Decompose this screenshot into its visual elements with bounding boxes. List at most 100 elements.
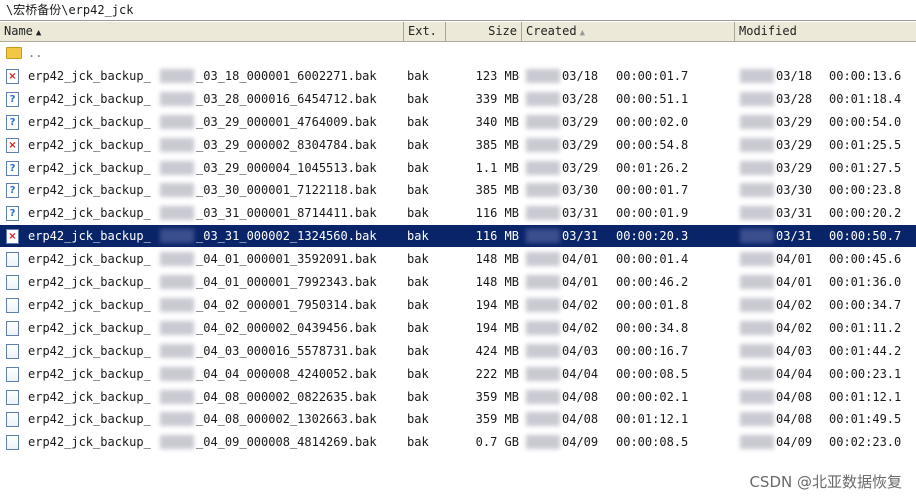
redacted-created-year	[526, 321, 560, 335]
redacted-created-year	[526, 138, 560, 152]
file-row[interactable]: ? erp42_jck_backup_ _03_29_000001_4764009.…	[0, 111, 916, 133]
file-name-suffix: _03_29_000004_1045513.bak	[196, 161, 377, 175]
modified-time: 00:01:11.2	[829, 321, 902, 335]
file-row[interactable]: erp42_jck_backup_ _04_01_000001_3592091.b…	[0, 248, 916, 270]
file-name-suffix: _03_30_000001_7122118.bak	[196, 183, 377, 197]
created-date: 03/30	[562, 183, 599, 197]
file-name-prefix: erp42_jck_backup_	[28, 390, 151, 404]
created-time: 00:00:02.1	[616, 390, 689, 404]
file-name-prefix: erp42_jck_backup_	[28, 412, 151, 426]
file-name-suffix: _04_03_000016_5578731.bak	[196, 344, 377, 358]
redacted-created-year	[526, 229, 560, 243]
file-name-prefix: erp42_jck_backup_	[28, 298, 151, 312]
file-row[interactable]: erp42_jck_backup_ _04_04_000008_4240052.b…	[0, 363, 916, 385]
file-extension: bak	[407, 229, 429, 243]
modified-time: 00:01:12.1	[829, 390, 902, 404]
file-size: 148 MB	[475, 252, 519, 266]
modified-time: 00:00:45.6	[829, 252, 902, 266]
redacted-modified-year	[740, 275, 774, 289]
redacted-created-year	[526, 183, 560, 197]
unknown-file-icon: ?	[6, 92, 19, 107]
column-header-created-label: Created	[526, 24, 577, 38]
file-name-suffix: _04_01_000001_7992343.bak	[196, 275, 377, 289]
sort-indicator-icon: ▲	[579, 28, 585, 38]
file-row[interactable]: erp42_jck_backup_ _04_03_000016_5578731.b…	[0, 340, 916, 362]
file-name-suffix: _03_31_000001_8714411.bak	[196, 206, 377, 220]
file-row[interactable]: erp42_jck_backup_ _04_08_000002_0822635.b…	[0, 386, 916, 408]
modified-time: 00:01:25.5	[829, 138, 902, 152]
created-time: 00:00:02.0	[616, 115, 689, 129]
parent-folder-row[interactable]: ..	[0, 42, 916, 64]
file-size: 1.1 MB	[475, 161, 519, 175]
file-row[interactable]: × erp42_jck_backup_ _03_29_000002_8304784.…	[0, 134, 916, 156]
column-header-modified[interactable]: Modified	[735, 22, 916, 41]
file-name-suffix: _04_02_000002_0439456.bak	[196, 321, 377, 335]
file-row[interactable]: erp42_jck_backup_ _04_08_000002_1302663.b…	[0, 408, 916, 430]
modified-date: 03/29	[776, 138, 813, 152]
file-row[interactable]: erp42_jck_backup_ _04_02_000002_0439456.b…	[0, 317, 916, 339]
column-header-name[interactable]: Name ▲	[0, 22, 404, 41]
file-name-prefix: erp42_jck_backup_	[28, 206, 151, 220]
file-size: 424 MB	[475, 344, 519, 358]
modified-time: 00:00:50.7	[829, 229, 902, 243]
redacted-name-segment	[160, 344, 194, 358]
modified-date: 03/31	[776, 206, 813, 220]
redacted-modified-year	[740, 435, 774, 449]
file-size: 0.7 GB	[475, 435, 519, 449]
file-name-prefix: erp42_jck_backup_	[28, 69, 151, 83]
redacted-name-segment	[160, 138, 194, 152]
unknown-file-icon: ?	[6, 161, 19, 176]
column-headers: Name ▲ Ext. Size Created ▲ Modified	[0, 22, 916, 42]
redacted-modified-year	[740, 367, 774, 381]
file-row[interactable]: erp42_jck_backup_ _04_01_000001_7992343.b…	[0, 271, 916, 293]
redacted-name-segment	[160, 183, 194, 197]
column-header-size-label: Size	[488, 24, 517, 38]
sort-ascending-icon: ▲	[35, 28, 42, 38]
modified-date: 04/08	[776, 412, 813, 426]
file-extension: bak	[407, 92, 429, 106]
file-size: 194 MB	[475, 298, 519, 312]
column-header-size[interactable]: Size	[446, 22, 522, 41]
column-header-ext[interactable]: Ext.	[404, 22, 446, 41]
file-extension: bak	[407, 206, 429, 220]
document-icon	[6, 412, 19, 427]
file-extension: bak	[407, 412, 429, 426]
created-date: 04/03	[562, 344, 599, 358]
file-row[interactable]: erp42_jck_backup_ _04_02_000001_7950314.b…	[0, 294, 916, 316]
redacted-modified-year	[740, 161, 774, 175]
redacted-modified-year	[740, 229, 774, 243]
file-row[interactable]: ? erp42_jck_backup_ _03_31_000001_8714411.…	[0, 202, 916, 224]
file-row[interactable]: ? erp42_jck_backup_ _03_28_000016_6454712.…	[0, 88, 916, 110]
file-row[interactable]: ? erp42_jck_backup_ _03_30_000001_7122118.…	[0, 179, 916, 201]
file-size: 116 MB	[475, 229, 519, 243]
redacted-name-segment	[160, 92, 194, 106]
modified-date: 04/02	[776, 298, 813, 312]
created-time: 00:00:51.1	[616, 92, 689, 106]
modified-time: 00:00:23.8	[829, 183, 902, 197]
unknown-file-icon: ?	[6, 183, 19, 198]
file-name-suffix: _04_09_000008_4814269.bak	[196, 435, 377, 449]
parent-folder-label: ..	[28, 46, 43, 60]
redacted-name-segment	[160, 69, 194, 83]
unknown-file-icon: ?	[6, 115, 19, 130]
column-header-created[interactable]: Created ▲	[522, 22, 735, 41]
file-row[interactable]: ? erp42_jck_backup_ _03_29_000004_1045513.…	[0, 157, 916, 179]
file-name-prefix: erp42_jck_backup_	[28, 367, 151, 381]
created-date: 03/29	[562, 138, 599, 152]
created-time: 00:00:46.2	[616, 275, 689, 289]
file-size: 339 MB	[475, 92, 519, 106]
file-row[interactable]: × erp42_jck_backup_ _03_18_000001_6002271.…	[0, 65, 916, 87]
document-icon	[6, 390, 19, 405]
file-row[interactable]: erp42_jck_backup_ _04_09_000008_4814269.b…	[0, 431, 916, 453]
redacted-created-year	[526, 252, 560, 266]
created-time: 00:00:16.7	[616, 344, 689, 358]
document-icon	[6, 435, 19, 450]
modified-time: 00:01:49.5	[829, 412, 902, 426]
file-name-suffix: _04_08_000002_1302663.bak	[196, 412, 377, 426]
modified-date: 04/01	[776, 275, 813, 289]
redacted-modified-year	[740, 69, 774, 83]
modified-time: 00:00:54.0	[829, 115, 902, 129]
file-size: 123 MB	[475, 69, 519, 83]
file-row[interactable]: × erp42_jck_backup_ _03_31_000002_1324560.…	[0, 225, 916, 247]
column-header-modified-label: Modified	[739, 24, 797, 38]
